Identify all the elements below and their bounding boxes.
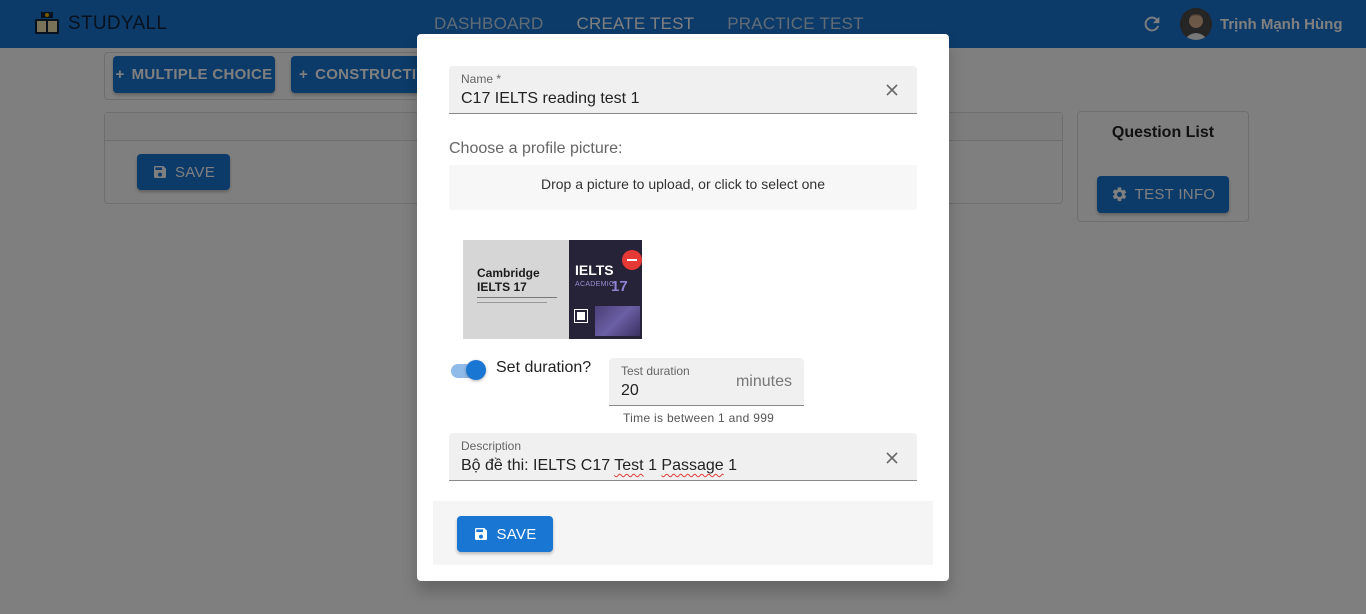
description-suffix: 1 <box>723 457 738 474</box>
name-input[interactable]: C17 IELTS reading test 1 <box>461 90 639 108</box>
profile-picture-label: Choose a profile picture: <box>449 140 623 157</box>
description-prefix: Bộ đề thi: IELTS C17 <box>461 457 615 474</box>
save-button[interactable]: SAVE <box>457 516 553 552</box>
save-icon <box>475 528 488 540</box>
description-misspelled-word: Passage <box>661 457 724 474</box>
cover-number: 17 <box>611 278 628 295</box>
test-duration-input[interactable]: 20 <box>621 382 639 400</box>
cover-left: Cambridge IELTS 17 <box>463 240 569 339</box>
name-label: Name * <box>461 72 502 86</box>
cover-fineprint <box>477 302 547 303</box>
cover-ielts: IELTS <box>575 262 614 278</box>
remove-icon[interactable] <box>622 250 642 270</box>
test-duration-field[interactable]: Test duration 20 minutes <box>609 358 804 406</box>
profile-picture-preview: Cambridge IELTS 17 IELTS ACADEMIC 17 <box>463 240 642 339</box>
save-label: SAVE <box>496 525 537 543</box>
switch-thumb <box>466 360 486 380</box>
cover-title: Cambridge IELTS 17 <box>477 266 540 294</box>
cover-fineprint <box>477 297 557 298</box>
description-misspelled-word: Test <box>614 457 644 474</box>
set-duration-switch[interactable] <box>450 359 488 380</box>
description-input[interactable]: Bộ đề thi: IELTS C17 Test 1 Passage 1 <box>461 457 737 475</box>
description-label: Description <box>461 439 522 453</box>
name-field[interactable]: Name * C17 IELTS reading test 1 <box>449 66 917 114</box>
duration-unit: minutes <box>735 373 792 390</box>
cover-academic: ACADEMIC <box>575 281 615 288</box>
cover-artwork <box>595 306 640 336</box>
cover-title-line2: IELTS 17 <box>477 280 527 294</box>
description-mid: 1 <box>643 457 662 474</box>
close-icon[interactable] <box>885 451 899 465</box>
close-icon[interactable] <box>885 83 899 97</box>
set-duration-label: Set duration? <box>496 359 592 376</box>
cover-title-line1: Cambridge <box>477 266 540 280</box>
picture-dropzone[interactable]: Drop a picture to upload, or click to se… <box>449 165 917 210</box>
description-field[interactable]: Description Bộ đề thi: IELTS C17 Test 1 … <box>449 433 917 481</box>
test-info-dialog: Name * C17 IELTS reading test 1 Choose a… <box>417 34 949 581</box>
cover-qr-code <box>574 309 588 323</box>
duration-helper-text: Time is between 1 and 999 <box>623 411 775 425</box>
test-duration-label: Test duration <box>621 364 690 378</box>
